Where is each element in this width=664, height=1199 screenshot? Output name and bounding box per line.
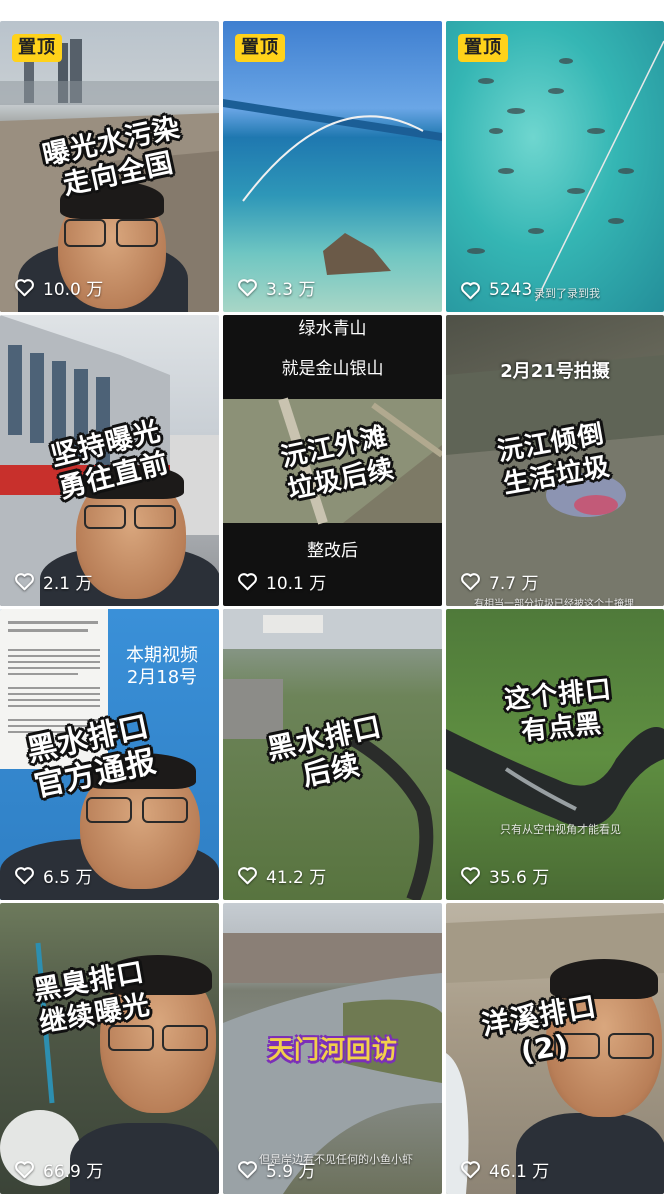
fish-school-scene xyxy=(467,40,664,302)
like-count: 41.2 万 xyxy=(237,863,326,888)
video-caption: 天门河回访 xyxy=(267,1035,398,1064)
heart-outline-icon xyxy=(238,867,257,885)
like-count: 10.1 万 xyxy=(237,569,326,594)
person-glasses xyxy=(64,219,106,247)
like-count: 2.1 万 xyxy=(14,569,92,594)
like-count-text: 5.9 万 xyxy=(266,1162,316,1182)
pinned-badge: 置顶 xyxy=(235,34,285,62)
like-count-text: 7.7 万 xyxy=(489,574,539,594)
heart-outline-icon xyxy=(15,867,34,885)
like-count-text: 41.2 万 xyxy=(266,868,327,888)
sea-fishing-scene xyxy=(223,99,442,275)
like-count-text: 3.3 万 xyxy=(266,280,316,300)
like-count-text: 2.1 万 xyxy=(43,574,93,594)
person-glasses xyxy=(86,797,132,823)
like-count-text: 35.6 万 xyxy=(489,868,550,888)
like-count: 46.1 万 xyxy=(460,1157,549,1182)
video-tile-11[interactable]: 天门河回访 但是岸边看不见任何的小鱼小虾 5.9 万 xyxy=(223,903,442,1194)
like-count-text: 10.1 万 xyxy=(266,574,327,594)
video-subtitle: 录到了录到我 xyxy=(534,287,600,300)
heart-outline-icon xyxy=(15,279,34,297)
video-tile-5[interactable]: 绿水青山 就是金山银山 沅江外滩 垃圾后续 整改后 10.1 万 xyxy=(223,315,442,606)
heart-outline-icon xyxy=(461,573,480,591)
pinned-badge: 置顶 xyxy=(458,34,508,62)
person-glasses xyxy=(108,1025,154,1051)
heart-outline-icon xyxy=(238,1161,257,1179)
video-tile-12[interactable]: 洋溪排口 (2) 46.1 万 xyxy=(446,903,664,1194)
heart-outline-icon xyxy=(461,867,480,885)
person-hair xyxy=(550,959,658,999)
bottom-text: 整改后 xyxy=(307,541,358,561)
heart-outline-icon xyxy=(461,1161,480,1179)
pinned-badge: 置顶 xyxy=(12,34,62,62)
heart-outline-icon xyxy=(15,1161,34,1179)
like-count-text: 66.9 万 xyxy=(43,1162,104,1182)
video-tile-9[interactable]: 这个排口 有点黑 只有从空中视角才能看见 35.6 万 xyxy=(446,609,664,900)
video-tile-6[interactable]: 2月21号拍摄 沅江倾倒 生活垃圾 有相当一部分垃圾已经被这个土掩埋 7.7 万 xyxy=(446,315,664,606)
like-count-text: 6.5 万 xyxy=(43,868,93,888)
like-count: 10.0 万 xyxy=(14,275,103,300)
video-tile-8[interactable]: 黑水排口 后续 41.2 万 xyxy=(223,609,442,900)
heart-outline-icon xyxy=(238,573,257,591)
video-tile-4[interactable]: 坚持曝光 勇往直前 2.1 万 xyxy=(0,315,219,606)
video-grid: 置顶 曝光水污染 走向全国 10.0 万 置顶 3.3 万 置顶 录到了录到我 … xyxy=(0,0,664,1199)
like-count: 5243 xyxy=(460,280,532,300)
video-tile-10[interactable]: 黑臭排口 继续曝光 66.9 万 xyxy=(0,903,219,1194)
like-count: 3.3 万 xyxy=(237,275,315,300)
video-tile-3[interactable]: 置顶 录到了录到我 5243 xyxy=(446,21,664,312)
top-text: 绿水青山 就是金山银山 xyxy=(281,319,384,379)
like-count: 7.7 万 xyxy=(460,569,538,594)
like-count: 6.5 万 xyxy=(14,863,92,888)
video-tile-7[interactable]: 本期视频 2月18号 黑水排口 官方通报 6.5 万 xyxy=(0,609,219,900)
black-outflow-scene xyxy=(446,727,664,827)
video-subtitle: 有相当一部分垃圾已经被这个土掩埋 xyxy=(474,599,634,606)
video-tile-2[interactable]: 置顶 3.3 万 xyxy=(223,21,442,312)
heart-outline-icon xyxy=(15,573,34,591)
top-text: 本期视频 2月18号 xyxy=(126,645,198,688)
person-glasses xyxy=(84,505,126,529)
like-count-text: 46.1 万 xyxy=(489,1162,550,1182)
like-count: 5.9 万 xyxy=(237,1157,315,1182)
video-subtitle: 只有从空中视角才能看见 xyxy=(500,823,621,836)
like-count: 35.6 万 xyxy=(460,863,549,888)
like-count: 66.9 万 xyxy=(14,1157,103,1182)
like-count-text: 10.0 万 xyxy=(43,280,104,300)
like-count-text: 5243 xyxy=(489,280,533,300)
video-tile-1[interactable]: 置顶 曝光水污染 走向全国 10.0 万 xyxy=(0,21,219,312)
heart-outline-icon xyxy=(461,281,480,299)
top-text: 2月21号拍摄 xyxy=(500,361,610,382)
heart-outline-icon xyxy=(238,279,257,297)
